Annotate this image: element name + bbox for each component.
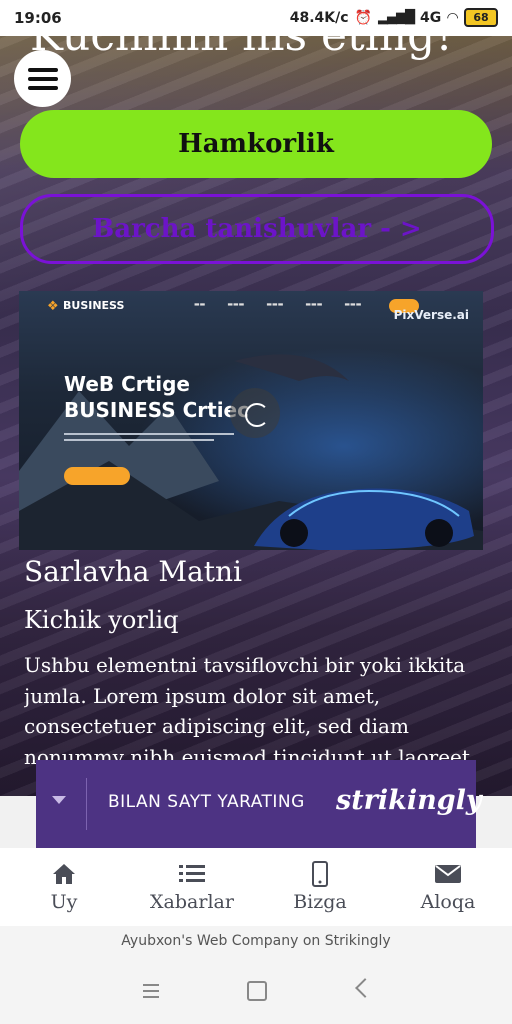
hero-headline-line1: WeB Crtige <box>64 372 190 396</box>
mail-icon <box>384 859 512 889</box>
home-button-icon[interactable] <box>247 981 267 1001</box>
nav-item-home[interactable]: Uy <box>0 848 128 926</box>
menu-icon-bar <box>27 67 58 72</box>
battery-icon: 68 <box>464 8 498 27</box>
status-time: 19:06 <box>14 9 62 27</box>
bottom-nav: Uy Xabarlar Bizga Aloqa <box>0 848 512 926</box>
signal-icon: ▂▄▆█ <box>377 10 415 25</box>
section-body: Ushbu elementni tavsiflovchi bir yoki ik… <box>24 653 477 766</box>
banner-divider <box>86 778 87 830</box>
nav-item-contact[interactable]: Aloqa <box>384 848 512 926</box>
back-icon[interactable] <box>355 978 375 998</box>
hamburger-menu-button[interactable] <box>14 50 71 107</box>
strikingly-banner[interactable]: BILAN SAYT YARATING strikingly <box>36 760 482 848</box>
section-subtitle: Kichik yorliq <box>24 606 179 634</box>
all-contacts-button[interactable]: Barcha tanishuvlar - > <box>20 194 494 264</box>
alarm-icon: ⏰ <box>354 9 372 26</box>
home-icon <box>0 859 128 889</box>
hero-nav-link: ▬▬▬ <box>344 301 362 308</box>
system-nav-bar <box>0 956 512 1024</box>
section-title: Sarlavha Matni <box>24 555 242 588</box>
hero-nav-links: ▬▬ ▬▬▬ ▬▬▬ ▬▬▬ ▬▬▬ <box>194 301 361 308</box>
status-bar: 19:06 48.4K/c ⏰ ▂▄▆█ 4G ◠ 68 <box>0 0 512 36</box>
hamkorlik-button[interactable]: Hamkorlik <box>20 110 492 178</box>
menu-icon-bar <box>27 85 58 90</box>
loading-spinner-icon <box>230 388 280 438</box>
wifi-icon: ◠ <box>447 9 458 26</box>
logo-icon: ❖ <box>47 299 59 314</box>
nav-label-news: Xabarlar <box>150 891 234 913</box>
hero-watermark: PixVerse.ai <box>393 308 469 322</box>
strikingly-logo[interactable]: strikingly <box>336 785 482 816</box>
hero-nav-link: ▬▬▬ <box>266 301 284 308</box>
network-type: 4G <box>419 9 442 26</box>
nav-label-about: Bizga <box>293 891 347 913</box>
net-speed: 48.4K/c <box>289 9 349 26</box>
hero-nav-link: ▬▬ <box>194 301 206 308</box>
nav-item-about[interactable]: Bizga <box>256 848 384 926</box>
phone-icon <box>256 859 384 889</box>
banner-text[interactable]: BILAN SAYT YARATING <box>108 792 305 812</box>
nav-item-news[interactable]: Xabarlar <box>128 848 256 926</box>
hero-image: ❖ BUSINESS ▬▬ ▬▬▬ ▬▬▬ ▬▬▬ ▬▬▬ PixVerse.a… <box>19 291 483 550</box>
hero-nav-link: ▬▬▬ <box>305 301 323 308</box>
hero-headline: WeB Crtige BUSINESS Crtiec <box>64 371 249 423</box>
hero-cta <box>64 467 130 485</box>
hero-subtext <box>64 433 234 455</box>
hero-logo: BUSINESS <box>63 299 125 312</box>
hero-nav-link: ▬▬▬ <box>227 301 245 308</box>
list-icon <box>128 859 256 889</box>
site-footer[interactable]: Ayubxon's Web Company on Strikingly <box>0 926 512 956</box>
nav-label-home: Uy <box>50 891 78 913</box>
hero-headline-line2: BUSINESS Crtiec <box>64 398 249 422</box>
recent-apps-icon[interactable] <box>143 984 159 1002</box>
menu-icon-bar <box>27 76 58 81</box>
nav-label-contact: Aloqa <box>420 891 476 913</box>
status-icons: 48.4K/c ⏰ ▂▄▆█ 4G ◠ 68 <box>290 8 498 27</box>
chevron-down-icon[interactable] <box>52 796 66 804</box>
